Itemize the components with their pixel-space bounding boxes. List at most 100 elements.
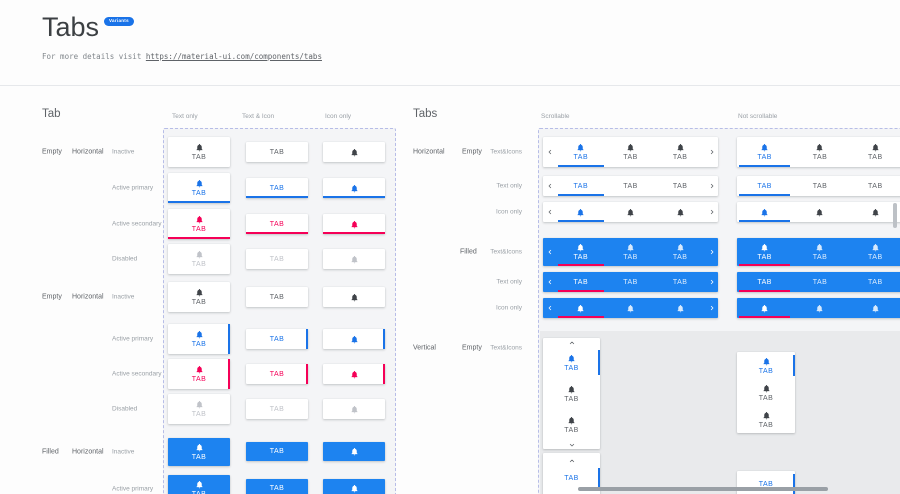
tab-text-only[interactable]: TAB (246, 479, 308, 494)
tab[interactable]: TAB (543, 378, 600, 409)
notifications-icon (195, 179, 204, 188)
tab[interactable]: TAB (792, 176, 847, 196)
tab[interactable]: TAB (792, 238, 847, 266)
tab[interactable]: TAB (556, 238, 606, 266)
tab[interactable]: TAB (737, 272, 792, 292)
tab[interactable]: TAB (556, 272, 606, 292)
tab-icon-only[interactable] (323, 399, 385, 419)
tab[interactable]: TAB (848, 272, 900, 292)
scroll-right-button[interactable] (705, 238, 718, 266)
tab-text-only[interactable]: TAB (246, 142, 308, 162)
horizontal-scrollbar-thumb[interactable] (578, 487, 828, 491)
scroll-up-button[interactable] (543, 338, 600, 347)
scroll-left-button[interactable] (543, 202, 556, 222)
scroll-left-button[interactable] (543, 137, 556, 167)
scroll-up-button[interactable] (543, 456, 600, 465)
tab[interactable]: TAB (606, 272, 656, 292)
tab[interactable] (606, 202, 656, 222)
tab-icon-only[interactable] (323, 329, 385, 349)
tab-text-icon[interactable]: TAB (168, 244, 230, 274)
tab-text-only[interactable]: TAB (246, 399, 308, 419)
page-title: Tabs (42, 12, 99, 43)
tab-text-only[interactable]: TAB (246, 178, 308, 198)
tab[interactable]: TAB (848, 176, 900, 196)
tab[interactable]: TAB (737, 379, 795, 406)
tab[interactable]: TAB (556, 176, 606, 196)
tab[interactable] (792, 298, 847, 318)
tab[interactable] (655, 298, 705, 318)
tab-text-only[interactable]: TAB (246, 329, 308, 349)
tab[interactable]: TAB (848, 137, 900, 167)
tab[interactable]: TAB (737, 176, 792, 196)
scroll-down-button[interactable] (543, 440, 600, 449)
row-state-label: Text&Icons (450, 345, 522, 352)
scroll-right-button[interactable] (705, 272, 718, 292)
tab-icon-only[interactable] (323, 479, 385, 494)
tab[interactable]: TAB (655, 176, 705, 196)
tab[interactable]: TAB (655, 137, 705, 167)
tab[interactable] (556, 202, 606, 222)
row-state-label: Disabled (112, 406, 137, 413)
tab-icon-only[interactable] (323, 249, 385, 269)
tab-icon-only[interactable] (323, 142, 385, 162)
tab-icon-only[interactable] (323, 178, 385, 198)
tab-text-icon[interactable]: TAB (168, 394, 230, 424)
tab[interactable] (556, 298, 606, 318)
tab[interactable]: TAB (848, 238, 900, 266)
tab[interactable] (737, 202, 792, 222)
tab[interactable]: TAB (606, 137, 656, 167)
tabs-bar-fixed: TAB TAB TAB (737, 176, 900, 196)
tab-text-icon[interactable]: TAB (168, 359, 230, 389)
tab-text-only[interactable]: TAB (246, 287, 308, 307)
scroll-left-button[interactable] (543, 272, 556, 292)
tab[interactable]: TAB (543, 347, 600, 378)
notifications-icon (760, 208, 769, 217)
tab[interactable]: TAB (606, 176, 656, 196)
scroll-right-button[interactable] (705, 298, 718, 318)
tab-text-only[interactable]: TAB (246, 442, 308, 461)
tab-icon-only[interactable] (323, 364, 385, 384)
tab[interactable]: TAB (737, 406, 795, 433)
tab-text-only[interactable]: TAB (246, 214, 308, 234)
tab[interactable] (606, 298, 656, 318)
tab[interactable]: TAB (543, 409, 600, 440)
tab-text-icon[interactable]: TAB (168, 282, 230, 312)
row-state-label: Active primary (112, 336, 153, 343)
chevron-right-icon (709, 249, 715, 255)
tab-text-icon[interactable]: TAB (168, 324, 230, 354)
tab-icon-only[interactable] (323, 442, 385, 461)
tab[interactable]: TAB (792, 137, 847, 167)
vertical-scrollbar-thumb[interactable] (893, 203, 897, 228)
tab-text-icon[interactable]: TAB (168, 173, 230, 203)
scroll-right-button[interactable] (705, 202, 718, 222)
tab[interactable]: TAB (606, 238, 656, 266)
tab[interactable]: TAB (655, 272, 705, 292)
docs-link[interactable]: https://material-ui.com/components/tabs (146, 52, 322, 61)
tab[interactable] (792, 202, 847, 222)
scroll-right-button[interactable] (705, 176, 718, 196)
row-state-label: Inactive (112, 149, 134, 156)
scroll-left-button[interactable] (543, 238, 556, 266)
tab[interactable]: TAB (737, 137, 792, 167)
tab-text-icon[interactable]: TAB (168, 137, 230, 167)
tab-text-icon[interactable]: TAB (168, 209, 230, 239)
tab[interactable]: TAB (556, 137, 606, 167)
tab[interactable]: TAB (792, 272, 847, 292)
tab[interactable]: TAB (655, 238, 705, 266)
tab[interactable]: TAB (737, 238, 792, 266)
scroll-left-button[interactable] (543, 176, 556, 196)
tab-text-icon[interactable]: TAB (168, 438, 230, 466)
scroll-right-button[interactable] (705, 137, 718, 167)
tab-text-icon[interactable]: TAB (168, 475, 230, 494)
tab-text-only[interactable]: TAB (246, 364, 308, 384)
tabs-bar-fixed (737, 298, 900, 318)
tab[interactable] (655, 202, 705, 222)
scroll-left-button[interactable] (543, 298, 556, 318)
tab-icon-only[interactable] (323, 214, 385, 234)
tab-icon-only[interactable] (323, 287, 385, 307)
tab-text-only[interactable]: TAB (246, 249, 308, 269)
tab[interactable] (737, 298, 792, 318)
tab[interactable]: TAB (737, 352, 795, 379)
tab[interactable] (848, 298, 900, 318)
section-heading-tabs: Tabs (413, 108, 437, 120)
